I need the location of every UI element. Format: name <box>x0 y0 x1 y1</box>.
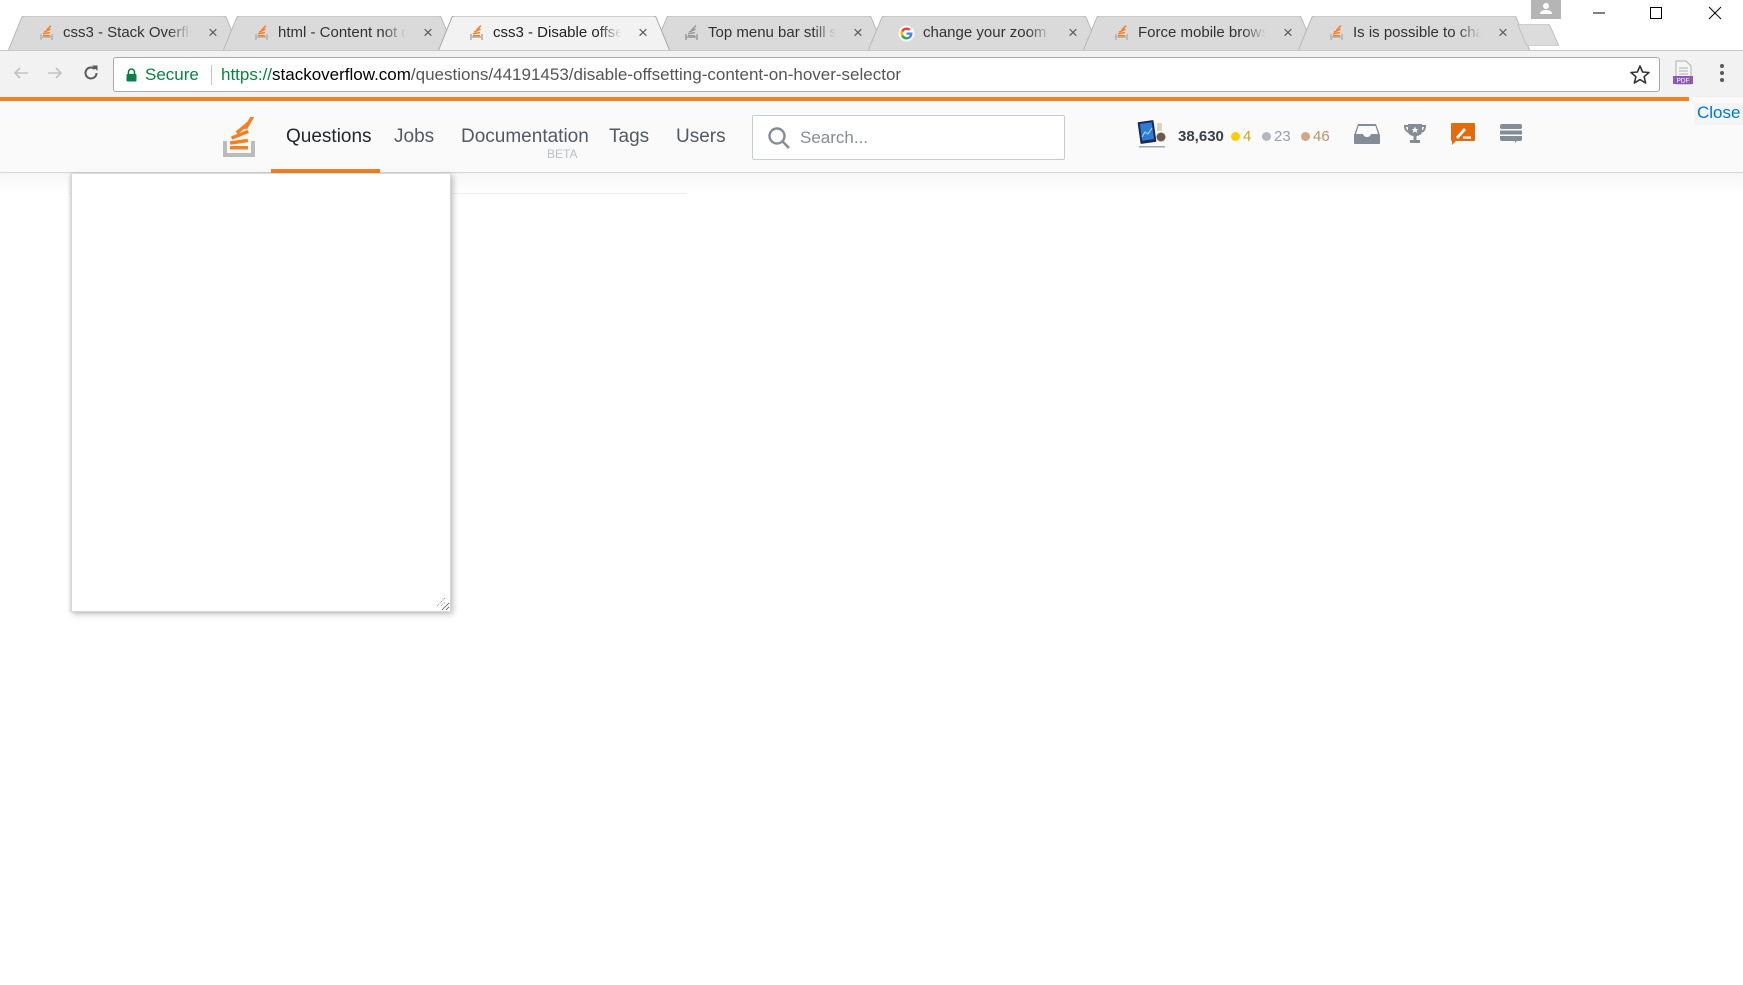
tab-title: Is is possible to change <box>1353 24 1481 41</box>
omnibox-divider <box>211 65 212 85</box>
stackoverflow-logo-icon[interactable] <box>222 117 260 157</box>
minimize-icon <box>1592 12 1605 14</box>
browser-tab[interactable]: Top menu bar still shows × <box>653 16 885 51</box>
tab-close-icon[interactable]: × <box>1279 23 1297 43</box>
url-path: /questions/44191453/disable-offsetting-c… <box>410 65 902 84</box>
resizable-textarea[interactable] <box>72 194 450 611</box>
svg-text:PDF: PDF <box>1677 78 1690 85</box>
tab-close-icon[interactable]: × <box>204 23 222 43</box>
browser-tab-active[interactable]: css3 - Disable offsetting × <box>438 16 670 51</box>
tab-close-icon[interactable]: × <box>1064 23 1082 43</box>
stackoverflow-icon <box>40 25 53 40</box>
documentation-beta-label: BETA <box>547 147 578 161</box>
bronze-badge-count: 46 <box>1301 128 1330 145</box>
browser-tab[interactable]: html - Content not displaying × <box>223 16 455 51</box>
arrow-right-icon <box>48 67 63 79</box>
chrome-menu-button[interactable] <box>1712 60 1732 86</box>
tab-close-icon[interactable]: × <box>634 23 652 43</box>
reload-icon <box>84 65 98 80</box>
tab-title: css3 - Disable offsetting <box>493 24 621 41</box>
user-avatar[interactable] <box>1137 119 1169 149</box>
achievements-button[interactable] <box>1400 119 1430 149</box>
person-icon <box>1540 3 1552 14</box>
address-bar[interactable]: Secure https://stackoverflow.com/questio… <box>113 57 1660 92</box>
browser-tab[interactable]: css3 - Stack Overflow × <box>8 16 240 51</box>
arrow-left-icon <box>13 67 28 79</box>
achievements-trophy-icon <box>1403 124 1427 143</box>
lock-icon <box>126 68 137 82</box>
secure-label: Secure <box>145 65 199 84</box>
stackoverflow-icon <box>255 25 268 40</box>
stackoverflow-gray-icon <box>685 25 698 40</box>
browser-tab[interactable]: change your zoom on × <box>868 16 1100 51</box>
bookmark-star-icon[interactable] <box>1629 64 1651 86</box>
silver-badge-value: 23 <box>1274 128 1291 145</box>
nav-questions[interactable]: Questions <box>286 126 372 148</box>
tab-title: Force mobile browser <box>1138 24 1266 41</box>
forward-button[interactable] <box>40 58 70 88</box>
back-button[interactable] <box>6 58 36 88</box>
active-nav-indicator <box>271 169 380 173</box>
inbox-button[interactable] <box>1352 119 1382 149</box>
nav-users[interactable]: Users <box>676 126 726 148</box>
tab-close-icon[interactable]: × <box>849 23 867 43</box>
stackoverflow-icon <box>1330 25 1343 40</box>
silver-badge-count: 23 <box>1262 128 1291 145</box>
google-icon <box>898 25 915 42</box>
nav-jobs[interactable]: Jobs <box>394 126 434 148</box>
bronze-badge-value: 46 <box>1313 128 1330 145</box>
url-host: stackoverflow.com <box>272 65 411 84</box>
browser-toolbar: Secure https://stackoverflow.com/questio… <box>0 50 1743 97</box>
search-input[interactable] <box>800 126 1050 150</box>
tab-close-icon[interactable]: × <box>419 23 437 43</box>
new-tab-button[interactable] <box>1517 23 1559 47</box>
menu-dot <box>1720 71 1724 75</box>
menu-dot <box>1720 78 1724 82</box>
maximize-icon <box>1649 7 1662 19</box>
search-icon <box>768 127 790 149</box>
nav-documentation[interactable]: Documentation <box>461 126 589 148</box>
so-topbar: Close Questions Jobs Documentation BETA … <box>0 97 1743 173</box>
gold-badge-count: 4 <box>1231 128 1251 145</box>
reload-button[interactable] <box>76 58 106 88</box>
help-menu-button[interactable] <box>1496 119 1526 149</box>
inbox-icon <box>1354 124 1380 144</box>
stackoverflow-icon <box>1115 25 1128 40</box>
maximize-button[interactable] <box>1628 0 1683 26</box>
gold-badge-icon <box>1231 132 1240 141</box>
close-icon <box>1708 6 1721 20</box>
browser-tab[interactable]: Is is possible to change × <box>1298 16 1530 51</box>
pdf-extension-icon[interactable]: PDF <box>1672 60 1694 86</box>
menu-dot <box>1720 64 1724 68</box>
silver-badge-icon <box>1262 132 1271 141</box>
site-switcher-icon <box>1500 124 1522 143</box>
nav-tags[interactable]: Tags <box>609 126 649 148</box>
profile-button[interactable] <box>1531 0 1561 19</box>
window-close-button[interactable] <box>1687 0 1742 26</box>
review-queue-button[interactable] <box>1448 119 1478 149</box>
reputation-count[interactable]: 38,630 <box>1178 128 1224 145</box>
page-content <box>0 174 1743 985</box>
url-scheme: https:// <box>221 65 273 84</box>
browser-tab[interactable]: Force mobile browser × <box>1083 16 1315 51</box>
stackoverflow-icon <box>470 25 483 40</box>
tab-title: css3 - Stack Overflow <box>63 24 191 41</box>
tab-close-icon[interactable]: × <box>1494 23 1512 43</box>
url-text[interactable]: https://stackoverflow.com/questions/4419… <box>221 65 901 85</box>
gold-badge-value: 4 <box>1243 128 1252 145</box>
close-link[interactable]: Close <box>1694 103 1743 125</box>
topbar-accent-line <box>0 97 1689 101</box>
browser-tab-strip: css3 - Stack Overflow × html - Content n… <box>0 0 1743 51</box>
minimize-button[interactable] <box>1571 0 1626 26</box>
review-queue-icon <box>1451 123 1475 145</box>
search-box <box>752 115 1065 160</box>
bronze-badge-icon <box>1301 132 1310 141</box>
resizable-panel <box>71 174 451 612</box>
resize-handle-icon[interactable] <box>436 597 446 607</box>
tab-title: Top menu bar still shows <box>708 24 836 41</box>
tab-title: html - Content not displaying <box>278 24 406 41</box>
tab-title: change your zoom on <box>923 24 1051 41</box>
